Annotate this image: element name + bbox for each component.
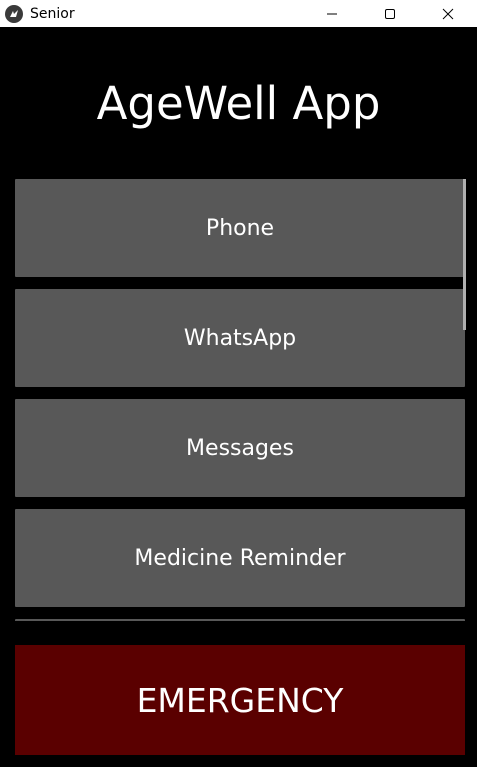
close-button[interactable] bbox=[419, 0, 477, 27]
window-titlebar: Senior bbox=[0, 0, 477, 27]
close-icon bbox=[442, 8, 454, 19]
kivy-icon bbox=[5, 4, 23, 23]
emergency-button[interactable]: EMERGENCY bbox=[15, 645, 465, 755]
maximize-button[interactable] bbox=[361, 0, 419, 27]
menu-scrollbar[interactable] bbox=[463, 179, 466, 330]
whatsapp-button[interactable]: WhatsApp bbox=[15, 289, 465, 387]
menu-scroll-view[interactable]: Phone WhatsApp Messages Medicine Reminde… bbox=[15, 179, 465, 621]
app-window: AgeWell App Phone WhatsApp Messages Medi… bbox=[0, 27, 477, 767]
minimize-icon bbox=[327, 13, 337, 14]
window-title: Senior bbox=[30, 5, 75, 22]
window-controls bbox=[303, 0, 477, 27]
messages-button[interactable]: Messages bbox=[15, 399, 465, 497]
page-title: AgeWell App bbox=[96, 77, 381, 130]
next-menu-button[interactable] bbox=[15, 619, 465, 621]
minimize-button[interactable] bbox=[303, 0, 361, 27]
maximize-icon bbox=[385, 8, 395, 19]
phone-button[interactable]: Phone bbox=[15, 179, 465, 277]
medicine-reminder-button[interactable]: Medicine Reminder bbox=[15, 509, 465, 607]
